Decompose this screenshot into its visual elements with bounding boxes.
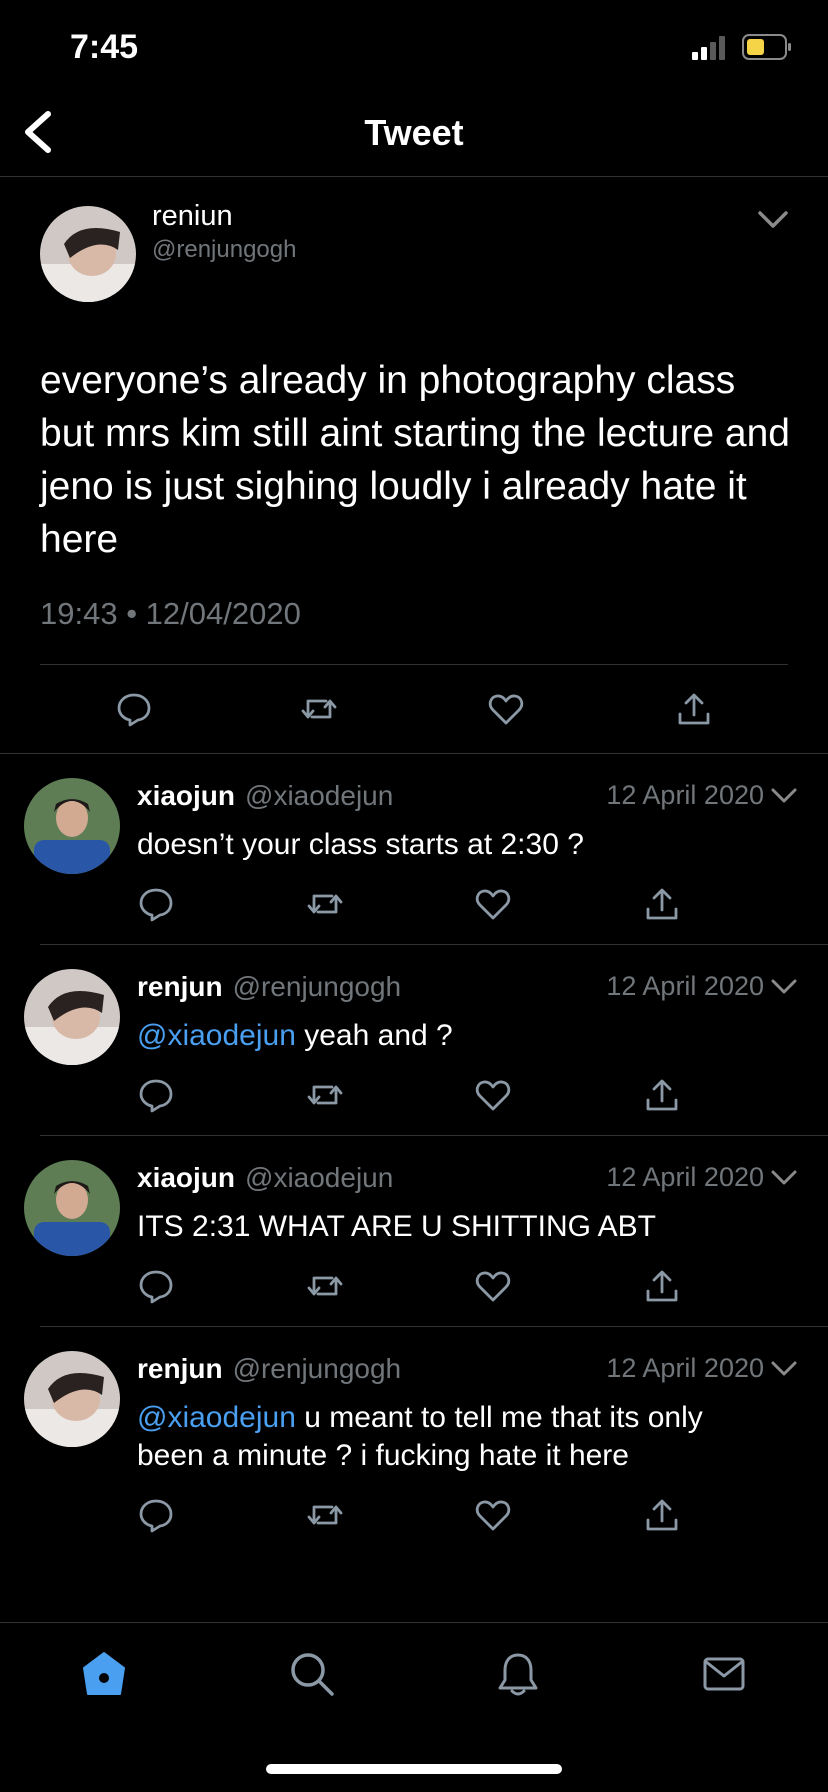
heart-icon[interactable] [487, 690, 525, 728]
reply-text: @xiaodejun yeah and ? [137, 1017, 777, 1055]
reply-text: ITS 2:31 WHAT ARE U SHITTING ABT [137, 1208, 777, 1246]
reply-text: @xiaodejun u meant to tell me that its o… [137, 1399, 777, 1475]
signal-icon [692, 36, 725, 60]
reply-author-handle: @renjungogh [232, 1353, 402, 1384]
heart-icon[interactable] [474, 885, 512, 923]
reply-date: 12 April 2020 [606, 1353, 764, 1383]
avatar[interactable] [24, 778, 120, 874]
reply-author-handle: @xiaodejun [245, 1162, 394, 1193]
search-icon[interactable] [288, 1650, 336, 1698]
reply-author-label: xiaojun [137, 1162, 236, 1193]
reply-icon[interactable] [137, 1496, 175, 1534]
retweet-icon[interactable] [306, 1267, 344, 1305]
bell-icon[interactable] [494, 1650, 542, 1698]
tweet-divider [40, 664, 788, 665]
tweet-text: everyone’s already in photography class … [40, 359, 790, 561]
header-divider [0, 176, 828, 177]
reply-author-name[interactable]: xiaojun @xiaodejun [137, 780, 393, 812]
reply-text: doesn’t your class starts at 2:30 ? [137, 826, 777, 864]
share-icon[interactable] [643, 885, 681, 923]
reply-divider [40, 1135, 828, 1136]
section-divider [0, 753, 828, 754]
reply-body: yeah and ? [295, 1019, 453, 1052]
heart-icon[interactable] [474, 1076, 512, 1114]
retweet-icon[interactable] [300, 690, 338, 728]
reply-divider [40, 1326, 828, 1327]
chevron-down-icon[interactable] [770, 977, 798, 997]
reply-body: doesn’t your class starts at 2:30 ? [137, 828, 584, 861]
reply-author-name[interactable]: renjun @renjungogh [137, 1353, 401, 1385]
reply-author-handle: @renjungogh [232, 971, 402, 1002]
reply-date: 12 April 2020 [606, 780, 764, 810]
share-icon[interactable] [643, 1076, 681, 1114]
reply-icon[interactable] [115, 690, 153, 728]
avatar[interactable] [24, 1160, 120, 1256]
share-icon[interactable] [643, 1267, 681, 1305]
avatar[interactable] [40, 206, 136, 302]
reply-mention[interactable]: @xiaodejun [137, 1019, 296, 1052]
chevron-down-icon[interactable] [770, 1168, 798, 1188]
reply-author-name[interactable]: xiaojun @xiaodejun [137, 1162, 393, 1194]
heart-icon[interactable] [474, 1496, 512, 1534]
tabbar-divider [0, 1622, 828, 1623]
reply-author-label: renjun [137, 971, 223, 1002]
reply-date: 12 April 2020 [606, 971, 764, 1001]
tweet-timestamp: 19:43 • 12/04/2020 [40, 596, 301, 631]
chevron-down-icon[interactable] [770, 786, 798, 806]
retweet-icon[interactable] [306, 1496, 344, 1534]
chevron-down-icon[interactable] [756, 208, 790, 232]
retweet-icon[interactable] [306, 885, 344, 923]
heart-icon[interactable] [474, 1267, 512, 1305]
status-time: 7:45 [70, 28, 139, 66]
avatar[interactable] [24, 969, 120, 1065]
reply-icon[interactable] [137, 1076, 175, 1114]
reply-icon[interactable] [137, 885, 175, 923]
author-name[interactable]: reniun [152, 200, 233, 233]
home-indicator[interactable] [266, 1764, 562, 1774]
page-title: Tweet [364, 112, 464, 153]
reply-divider [40, 944, 828, 945]
reply-author-handle: @xiaodejun [245, 780, 394, 811]
author-handle[interactable]: @renjungogh [152, 236, 296, 264]
reply-mention[interactable]: @xiaodejun [137, 1401, 296, 1434]
reply-date: 12 April 2020 [606, 1162, 764, 1192]
home-icon[interactable] [80, 1650, 128, 1698]
reply-icon[interactable] [137, 1267, 175, 1305]
reply-author-label: renjun [137, 1353, 223, 1384]
share-icon[interactable] [675, 690, 713, 728]
chevron-down-icon[interactable] [770, 1359, 798, 1379]
reply-author-name[interactable]: renjun @renjungogh [137, 971, 401, 1003]
share-icon[interactable] [643, 1496, 681, 1534]
retweet-icon[interactable] [306, 1076, 344, 1114]
avatar[interactable] [24, 1351, 120, 1447]
reply-author-label: xiaojun [137, 780, 236, 811]
reply-body: ITS 2:31 WHAT ARE U SHITTING ABT [137, 1210, 656, 1243]
battery-icon [742, 34, 791, 60]
mail-icon[interactable] [700, 1650, 748, 1698]
